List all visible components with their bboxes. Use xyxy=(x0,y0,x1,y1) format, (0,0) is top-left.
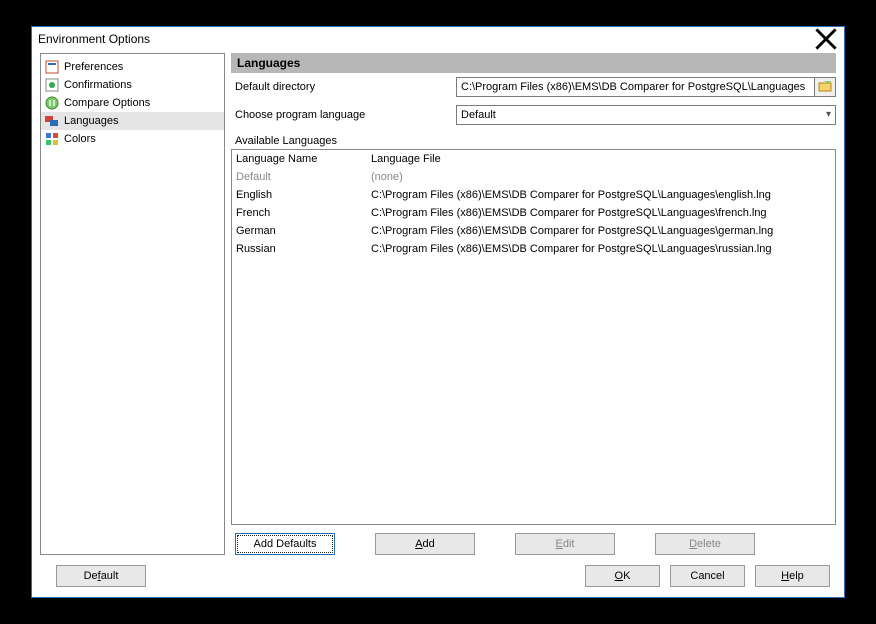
nav-label: Colors xyxy=(64,133,96,145)
nav-colors[interactable]: Colors xyxy=(41,130,224,148)
languages-table[interactable]: Language Name Language File Default (non… xyxy=(231,149,836,525)
available-languages-label: Available Languages xyxy=(231,129,836,149)
table-row[interactable]: English C:\Program Files (x86)\EMS\DB Co… xyxy=(232,186,835,204)
dialog: Environment Options Preferences Confirma… xyxy=(31,26,845,598)
dialog-footer: Default OK Cancel Help xyxy=(32,555,844,597)
dropdown-value: Default xyxy=(461,109,496,121)
choose-lang-dropdown[interactable]: Default ▾ xyxy=(456,105,836,125)
nav-confirmations[interactable]: Confirmations xyxy=(41,76,224,94)
table-row[interactable]: Default (none) xyxy=(232,168,835,186)
close-button[interactable] xyxy=(814,29,838,49)
nav-compare-options[interactable]: Compare Options xyxy=(41,94,224,112)
languages-icon xyxy=(45,114,59,128)
col-file: Language File xyxy=(371,153,831,165)
default-dir-label: Default directory xyxy=(231,81,456,93)
nav-label: Languages xyxy=(64,115,118,127)
nav-tree[interactable]: Preferences Confirmations Compare Option… xyxy=(40,53,225,555)
default-button[interactable]: Default xyxy=(56,565,146,587)
compare-icon xyxy=(45,96,59,110)
colors-icon xyxy=(45,132,59,146)
choose-lang-label: Choose program language xyxy=(231,109,456,121)
chevron-down-icon: ▾ xyxy=(826,109,831,120)
table-header: Language Name Language File xyxy=(232,150,835,168)
cancel-button[interactable]: Cancel xyxy=(670,565,745,587)
default-dir-input[interactable] xyxy=(456,77,815,97)
col-name: Language Name xyxy=(236,153,371,165)
nav-languages[interactable]: Languages xyxy=(41,112,224,130)
preferences-icon xyxy=(45,60,59,74)
edit-button[interactable]: Edit xyxy=(515,533,615,555)
table-row[interactable]: French C:\Program Files (x86)\EMS\DB Com… xyxy=(232,204,835,222)
ok-button[interactable]: OK xyxy=(585,565,660,587)
add-button[interactable]: Add xyxy=(375,533,475,555)
table-row[interactable]: Russian C:\Program Files (x86)\EMS\DB Co… xyxy=(232,240,835,258)
nav-preferences[interactable]: Preferences xyxy=(41,58,224,76)
delete-button[interactable]: Delete xyxy=(655,533,755,555)
add-defaults-button[interactable]: Add Defaults xyxy=(235,533,335,555)
nav-label: Confirmations xyxy=(64,79,132,91)
dialog-title: Environment Options xyxy=(38,32,814,46)
table-row[interactable]: German C:\Program Files (x86)\EMS\DB Com… xyxy=(232,222,835,240)
titlebar: Environment Options xyxy=(32,27,844,51)
confirmations-icon xyxy=(45,78,59,92)
nav-label: Compare Options xyxy=(64,97,150,109)
section-header: Languages xyxy=(231,53,836,73)
nav-label: Preferences xyxy=(64,61,123,73)
help-button[interactable]: Help xyxy=(755,565,830,587)
folder-icon xyxy=(818,79,832,96)
browse-button[interactable] xyxy=(814,77,836,97)
